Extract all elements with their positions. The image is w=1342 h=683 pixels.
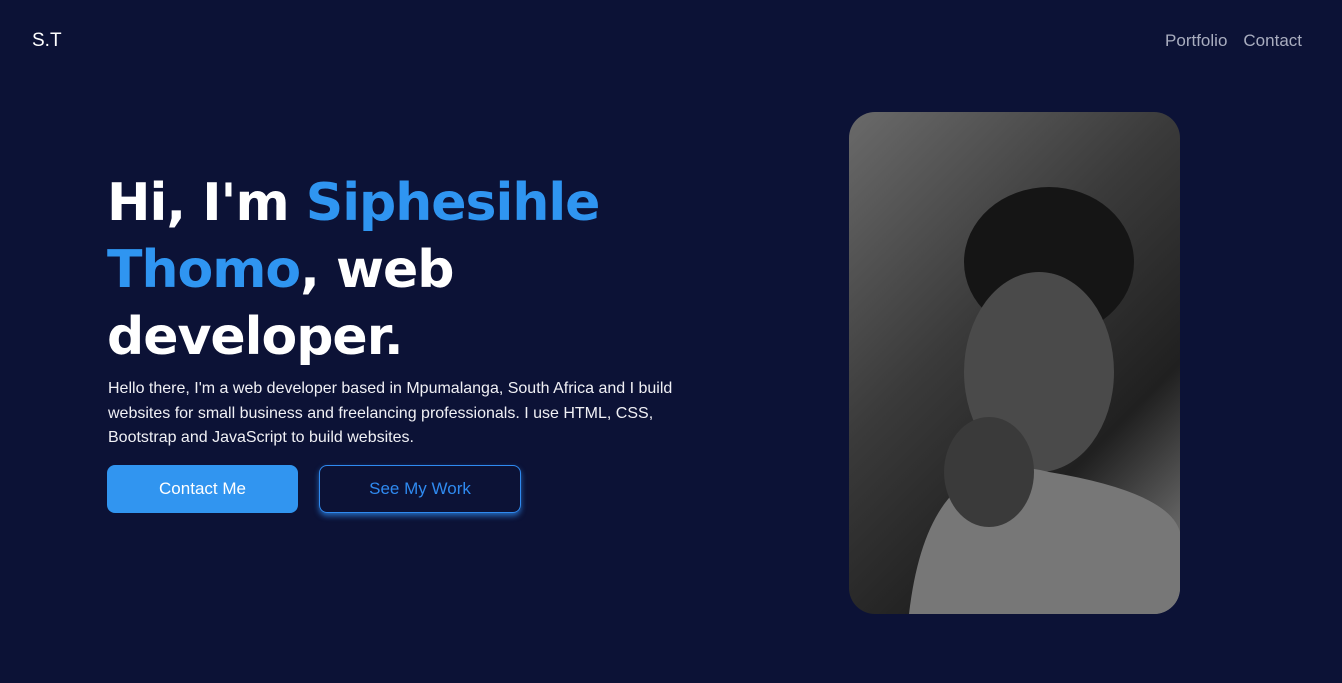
- hero-heading: Hi, I'm Siphesihle Thomo, web developer.: [107, 170, 667, 371]
- nav: Portfolio Contact: [1165, 31, 1302, 51]
- see-my-work-button[interactable]: See My Work: [319, 465, 521, 513]
- profile-photo: [849, 112, 1180, 614]
- nav-contact[interactable]: Contact: [1243, 31, 1302, 51]
- logo[interactable]: S.T: [32, 30, 62, 52]
- heading-intro: Hi, I'm: [107, 173, 306, 233]
- portrait-silhouette: [909, 187, 1180, 614]
- contact-me-button[interactable]: Contact Me: [107, 465, 298, 513]
- nav-portfolio[interactable]: Portfolio: [1165, 31, 1227, 51]
- hero-description: Hello there, I'm a web developer based i…: [108, 380, 673, 446]
